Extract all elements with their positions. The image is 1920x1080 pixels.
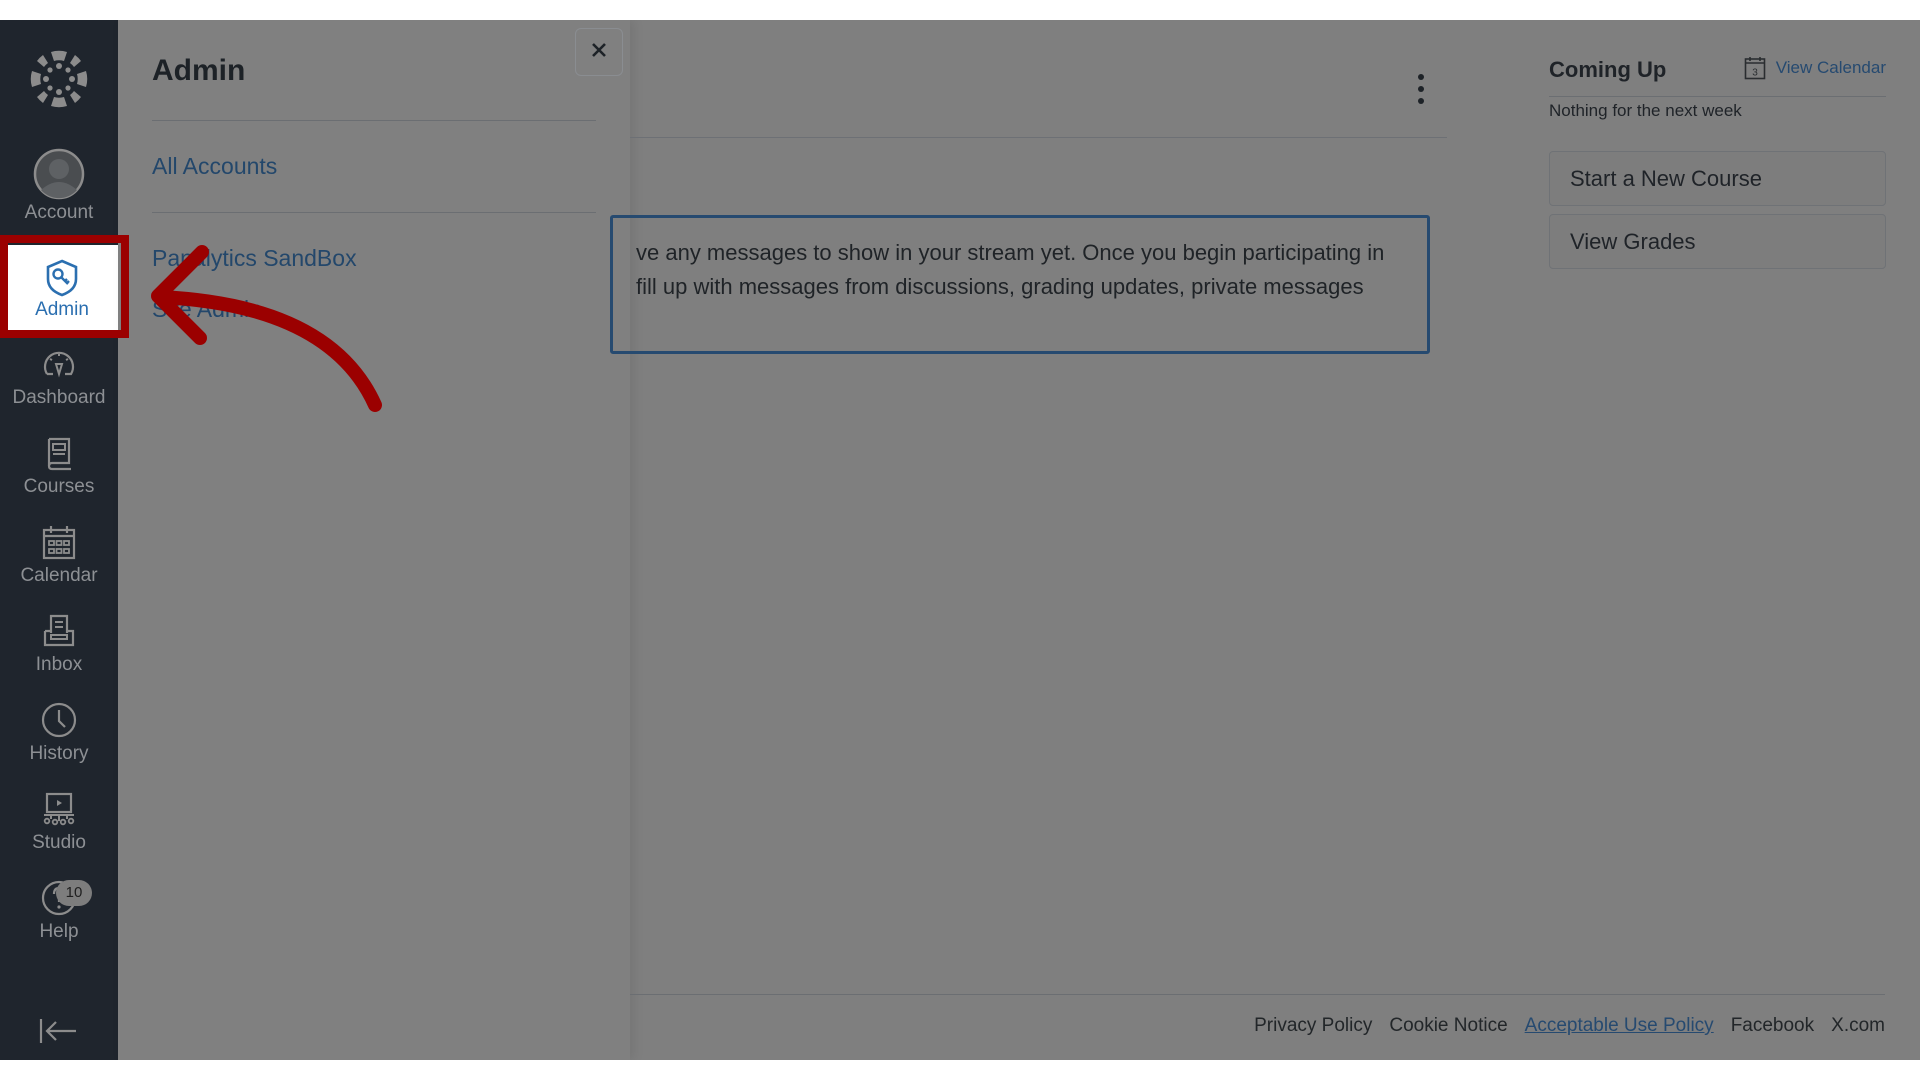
footer-links: Privacy Policy Cookie Notice Acceptable … — [1254, 1015, 1885, 1037]
canvas-lms-page: Account Admin Dashboard Courses Calendar… — [0, 20, 1920, 1060]
view-calendar-link[interactable]: 3 View Calendar — [1744, 56, 1886, 80]
collapse-nav-button[interactable] — [38, 1016, 80, 1046]
nav-item-account[interactable]: Account — [0, 148, 118, 237]
calendar-day-icon: 3 — [1744, 56, 1766, 80]
tray-link-all-accounts[interactable]: All Accounts — [152, 153, 277, 180]
nav-label: Courses — [23, 476, 95, 497]
header-divider — [630, 137, 1447, 138]
coming-up-title: Coming Up — [1549, 57, 1667, 82]
inbox-icon — [41, 613, 77, 649]
nav-item-studio[interactable]: Studio — [0, 791, 118, 880]
book-icon — [41, 435, 77, 471]
footer-divider — [630, 994, 1885, 995]
nav-item-courses[interactable]: Courses — [0, 435, 118, 524]
nav-label: Admin — [35, 299, 89, 320]
calendar-icon — [41, 524, 77, 560]
footer-link-cookie-notice[interactable]: Cookie Notice — [1389, 1015, 1507, 1037]
nav-label: Dashboard — [12, 387, 106, 408]
footer-link-x[interactable]: X.com — [1831, 1015, 1885, 1037]
kebab-menu-icon — [1412, 74, 1430, 110]
close-icon — [591, 42, 607, 63]
tray-title: Admin — [152, 54, 246, 87]
nav-label: Help — [39, 921, 79, 942]
canvas-logo-icon[interactable] — [29, 49, 89, 109]
nav-label: Calendar — [20, 565, 98, 586]
nav-item-admin[interactable]: Admin — [6, 245, 118, 338]
tray-link-site-admin[interactable]: Site Admin — [152, 296, 262, 323]
stream-message-line: fill up with messages from discussions, … — [636, 274, 1364, 299]
coming-up-empty-text: Nothing for the next week — [1549, 101, 1742, 120]
view-calendar-label: View Calendar — [1775, 58, 1886, 77]
clock-icon — [41, 702, 77, 738]
admin-tray: Admin All Accounts Panalytics SandBox Si… — [118, 20, 630, 1060]
nav-label: Inbox — [35, 654, 83, 675]
nav-item-dashboard[interactable]: Dashboard — [0, 346, 118, 435]
nav-item-inbox[interactable]: Inbox — [0, 613, 118, 702]
help-notification-badge: 10 — [56, 880, 92, 906]
main-content: ve any messages to show in your stream y… — [610, 20, 1530, 1060]
nav-item-history[interactable]: History — [0, 702, 118, 791]
start-new-course-button[interactable]: Start a New Course — [1549, 151, 1886, 206]
empty-stream-message: ve any messages to show in your stream y… — [610, 215, 1430, 354]
coming-up-divider — [1549, 96, 1886, 97]
footer-link-facebook[interactable]: Facebook — [1731, 1015, 1814, 1037]
tray-link-panalytics-sandbox[interactable]: Panalytics SandBox — [152, 245, 357, 272]
view-grades-button[interactable]: View Grades — [1549, 214, 1886, 269]
dashboard-options-button[interactable] — [1412, 72, 1430, 106]
nav-item-help[interactable]: 10 Help — [0, 880, 118, 969]
collapse-arrow-icon — [38, 1019, 80, 1050]
global-navigation: Account Admin Dashboard Courses Calendar… — [0, 20, 118, 1060]
nav-label: Account — [24, 202, 94, 223]
nav-item-calendar[interactable]: Calendar — [0, 524, 118, 613]
footer-link-acceptable-use-policy[interactable]: Acceptable Use Policy — [1525, 1015, 1714, 1037]
avatar-icon — [33, 148, 85, 200]
calendar-icon-day: 3 — [1752, 68, 1758, 79]
stream-message-line: ve any messages to show in your stream y… — [636, 240, 1385, 265]
dashboard-gauge-icon — [41, 346, 77, 382]
studio-icon — [41, 791, 77, 827]
nav-label: Studio — [32, 832, 86, 853]
tray-divider — [152, 212, 596, 213]
close-tray-button[interactable] — [575, 28, 623, 76]
tray-divider — [152, 120, 596, 121]
stream-message-text: ve any messages to show in your stream y… — [636, 236, 1426, 304]
admin-shield-key-icon — [45, 259, 79, 297]
footer-link-privacy-policy[interactable]: Privacy Policy — [1254, 1015, 1372, 1037]
nav-label: History — [29, 743, 89, 764]
